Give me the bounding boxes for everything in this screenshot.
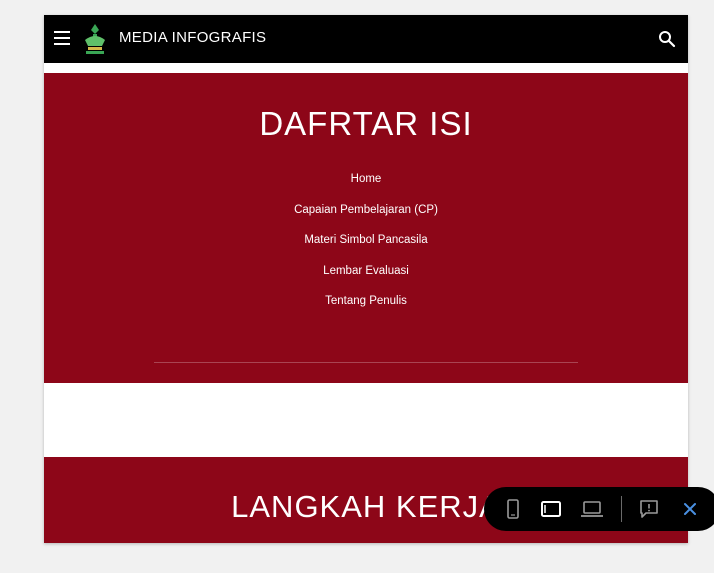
toc-link-lembar-evaluasi[interactable]: Lembar Evaluasi <box>44 261 688 292</box>
site-title[interactable]: MEDIA INFOGRAFIS <box>119 29 266 46</box>
tablet-icon[interactable] <box>540 499 562 519</box>
phone-icon[interactable] <box>506 499 520 519</box>
site-header: MEDIA INFOGRAFIS <box>44 15 688 63</box>
toc-link-materi-simbol-pancasila[interactable]: Materi Simbol Pancasila <box>44 230 688 261</box>
toc-link-home[interactable]: Home <box>44 169 688 200</box>
toc-link-capaian-pembelajaran[interactable]: Capaian Pembelajaran (CP) <box>44 200 688 231</box>
close-icon[interactable] <box>680 499 700 519</box>
search-icon[interactable] <box>658 30 676 48</box>
toc-link-tentang-penulis[interactable]: Tentang Penulis <box>44 291 688 322</box>
toolbar-separator <box>621 496 622 522</box>
feedback-icon[interactable] <box>638 499 660 519</box>
garuda-logo-icon <box>85 24 105 54</box>
device-preview-toolbar <box>484 487 714 531</box>
toc-title: DAFRTAR ISI <box>259 105 473 142</box>
toc-link-list: Home Capaian Pembelajaran (CP) Materi Si… <box>44 169 688 322</box>
site-preview-frame: MEDIA INFOGRAFIS DAFRTAR ISI Home Capaia… <box>44 15 688 543</box>
section-divider <box>154 362 578 363</box>
hamburger-menu-icon[interactable] <box>54 31 70 45</box>
laptop-icon[interactable] <box>580 499 604 519</box>
table-of-contents-section: DAFRTAR ISI Home Capaian Pembelajaran (C… <box>44 73 688 383</box>
